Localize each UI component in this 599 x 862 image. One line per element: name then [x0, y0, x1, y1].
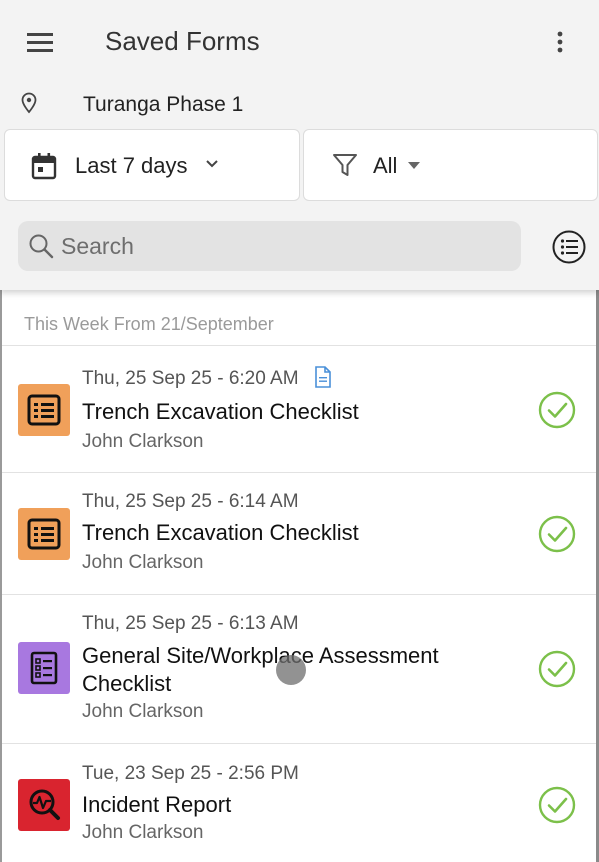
location-name: Turanga Phase 1 [83, 93, 244, 116]
form-type-filter[interactable]: All [303, 129, 598, 201]
completed-check-icon [538, 786, 576, 824]
list-view-icon[interactable] [551, 229, 587, 265]
form-author: John Clarkson [82, 552, 204, 573]
location-row[interactable]: Turanga Phase 1 [0, 88, 599, 124]
more-vertical-icon[interactable] [548, 28, 572, 58]
assessment-checklist-icon [18, 642, 70, 694]
form-title-line: General Site/Workplace Assessment [82, 643, 439, 668]
map-pin-icon [21, 92, 37, 114]
funnel-icon [333, 154, 357, 176]
form-title-line: Checklist [82, 671, 172, 696]
form-title: Trench Excavation Checklist [82, 520, 359, 545]
completed-check-icon [538, 391, 576, 429]
form-title: Trench Excavation Checklist [82, 399, 359, 424]
page-title: Saved Forms [105, 26, 260, 56]
form-author: John Clarkson [82, 701, 204, 722]
form-type-label: All [373, 153, 398, 178]
checklist-icon [18, 384, 70, 436]
date-range-label: Last 7 days [75, 153, 188, 178]
caret-down-icon [408, 162, 420, 169]
checklist-icon [18, 508, 70, 560]
section-header: This Week From 21/September [24, 314, 274, 334]
hamburger-menu-icon[interactable] [26, 30, 58, 56]
form-list-item[interactable]: Tue, 23 Sep 25 - 2:56 PM Incident Report… [2, 744, 596, 862]
chevron-down-icon [206, 160, 218, 168]
search-icon [29, 234, 54, 259]
form-author: John Clarkson [82, 431, 204, 452]
form-date: Tue, 23 Sep 25 - 2:56 PM [82, 763, 299, 784]
completed-check-icon [538, 515, 576, 553]
search-input[interactable]: Search [18, 221, 521, 271]
form-author: John Clarkson [82, 822, 204, 843]
completed-check-icon [538, 650, 576, 688]
form-date: Thu, 25 Sep 25 - 6:20 AM [82, 368, 299, 389]
form-title: General Site/Workplace Assessment Checkl… [82, 642, 439, 698]
app-header: Saved Forms Turanga Phase 1 Last 7 days … [0, 0, 599, 290]
form-title: Incident Report [82, 792, 232, 817]
search-placeholder: Search [61, 233, 134, 259]
form-list-item[interactable]: Thu, 25 Sep 25 - 6:20 AM Trench Excavati… [2, 346, 596, 472]
date-range-filter[interactable]: Last 7 days [4, 129, 300, 201]
form-date: Thu, 25 Sep 25 - 6:14 AM [82, 491, 299, 512]
incident-icon [18, 779, 70, 831]
form-list-item[interactable]: Thu, 25 Sep 25 - 6:14 AM Trench Excavati… [2, 473, 596, 594]
document-attachment-icon[interactable] [314, 366, 332, 388]
touch-indicator [276, 655, 306, 685]
form-date: Thu, 25 Sep 25 - 6:13 AM [82, 613, 299, 634]
calendar-icon [31, 153, 57, 180]
